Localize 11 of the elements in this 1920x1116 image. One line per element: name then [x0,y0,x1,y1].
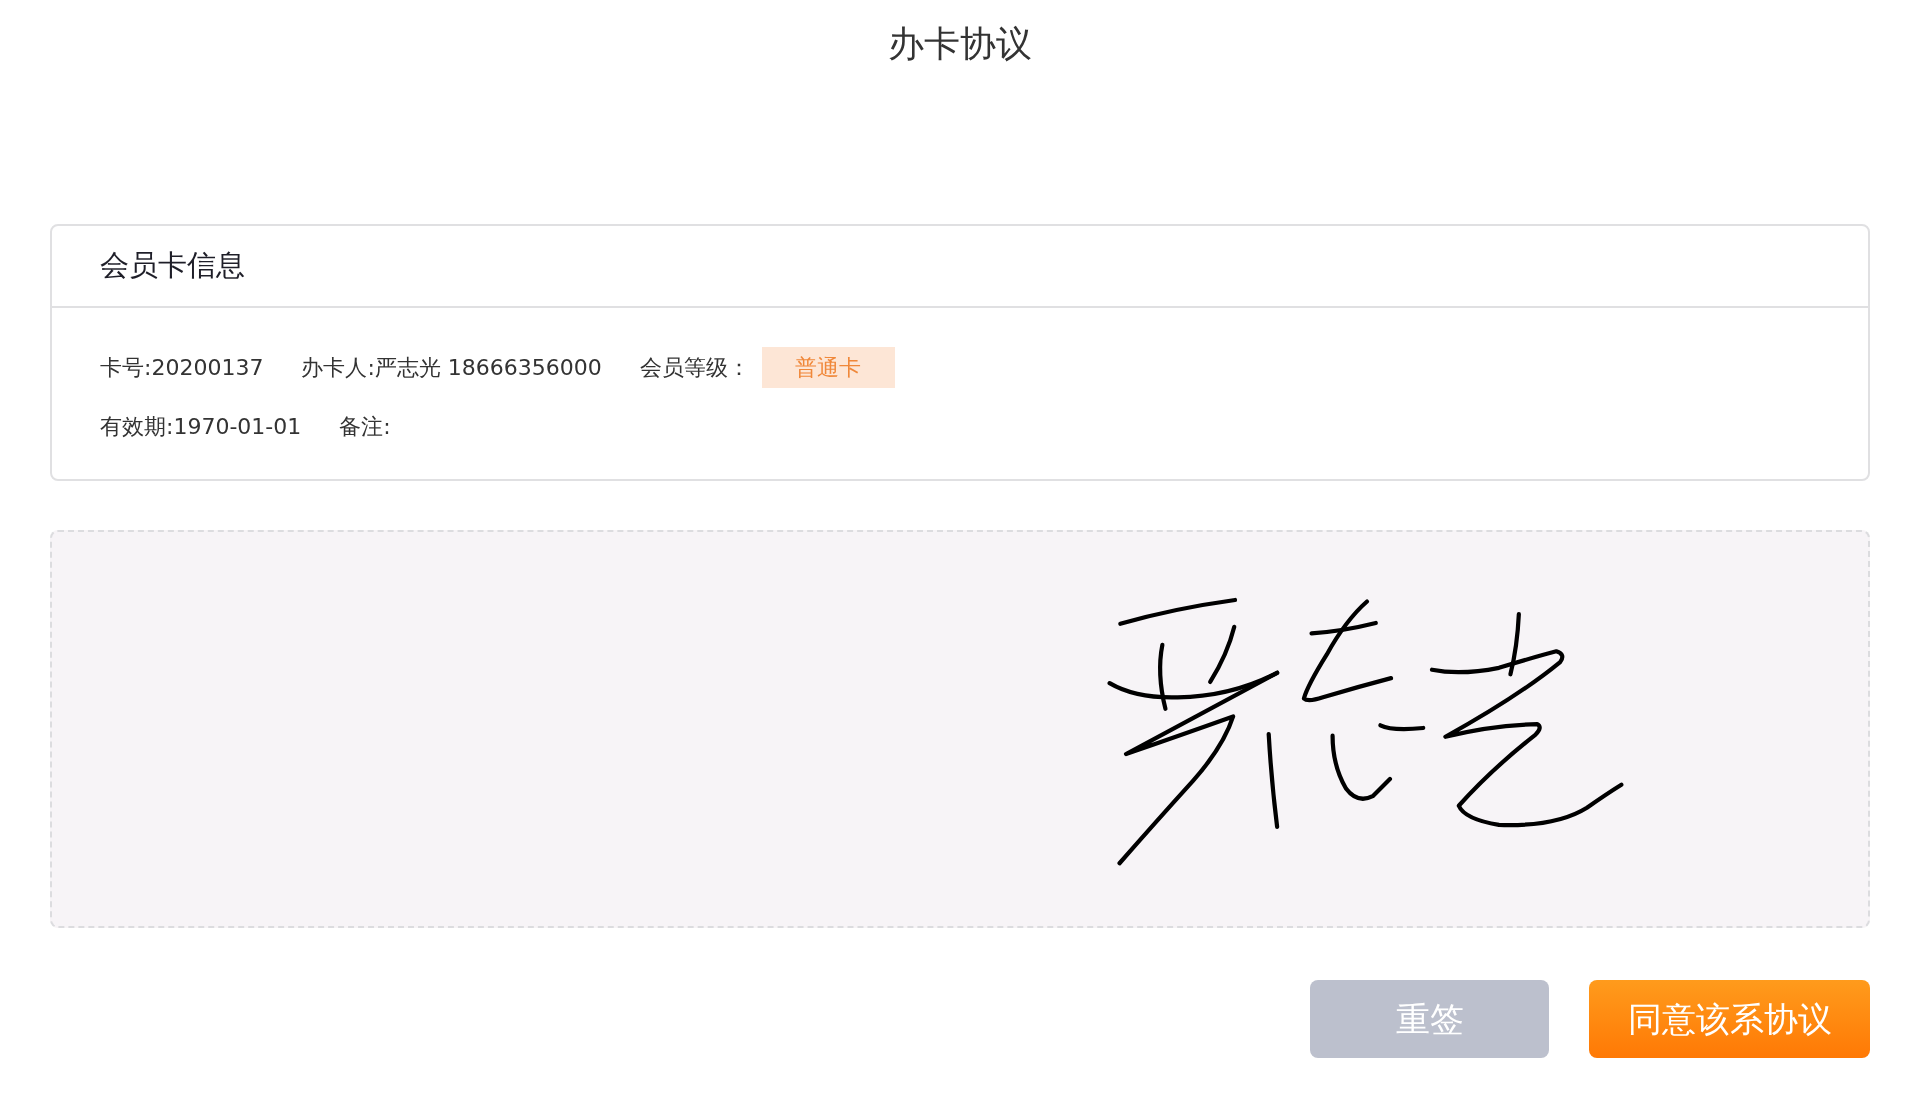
agree-button[interactable]: 同意该系协议 [1589,980,1870,1059]
info-field: 备注: [339,412,391,443]
panel-title: 会员卡信息 [100,247,245,285]
re-sign-button[interactable]: 重签 [1310,980,1549,1059]
info-field: 有效期:1970-01-01 [100,412,302,443]
signature-pad[interactable] [50,530,1870,929]
info-field: 卡号:20200137 [100,352,264,383]
level-tag: 普通卡 [761,347,895,389]
info-label: 会员等级： [639,353,750,382]
info-field: 办卡人:严志光 18666356000 [301,352,602,383]
page-title: 办卡协议 [887,22,1033,66]
